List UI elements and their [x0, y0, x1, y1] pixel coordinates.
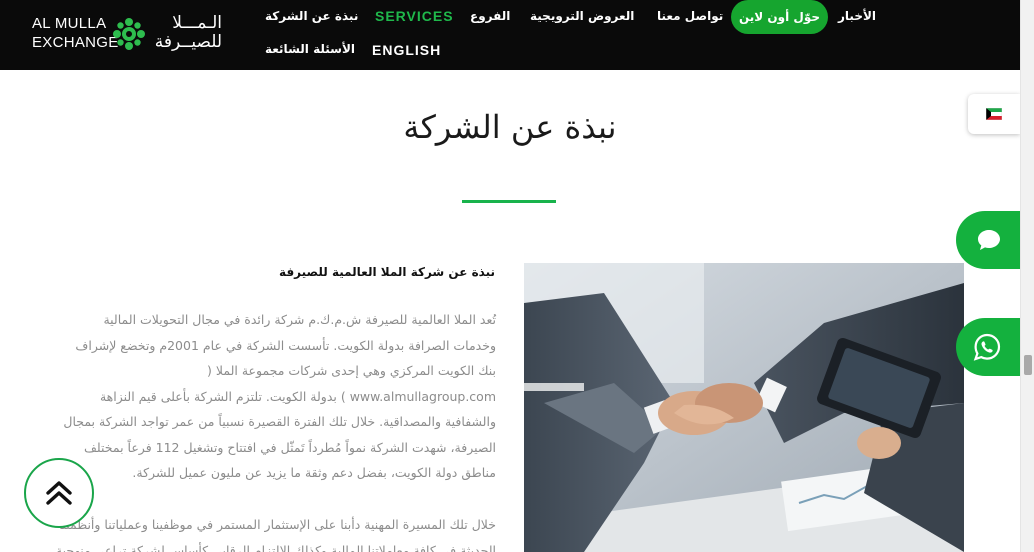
nav-english[interactable]: ENGLISH [372, 42, 441, 58]
logo-ar-line2: للصيــرفة [154, 32, 222, 52]
nav-promotions[interactable]: العروض الترويجية [530, 9, 634, 23]
page-scrollbar[interactable] [1020, 0, 1034, 552]
logo-arabic: الـمـــلا للصيــرفة [148, 14, 222, 52]
handshake-photo [524, 263, 964, 552]
logo-emblem-icon [113, 18, 145, 50]
logo-en-line1: AL MULLA [32, 15, 107, 32]
site-header: AL MULLA EXCHANGE الـمـــلا للصيــرفة ال… [0, 0, 1034, 70]
whatsapp-icon [973, 333, 1001, 361]
nav-about[interactable]: نبذة عن الشركة [265, 9, 358, 23]
scroll-to-top-button[interactable] [24, 458, 94, 528]
logo-en-line2: EXCHANGE [32, 34, 119, 51]
title-divider [462, 200, 556, 203]
nav-news[interactable]: الأخبار [838, 9, 876, 23]
chat-bubble-icon [978, 230, 1000, 250]
about-paragraph: تُعد الملا العالمية للصيرفة ش.م.ك.م شركة… [63, 312, 496, 480]
logo-english: AL MULLA EXCHANGE [32, 14, 119, 52]
section-heading: نبذة عن شركة الملا العالمية للصيرفة [279, 265, 495, 279]
nav-services[interactable]: SERVICES [375, 8, 454, 24]
scrollbar-thumb[interactable] [1024, 355, 1032, 375]
whatsapp-button[interactable] [956, 318, 1020, 376]
logo-ar-line1: الـمـــلا [172, 13, 222, 33]
language-flag-tab[interactable] [968, 94, 1020, 134]
double-chevron-up-icon [46, 481, 72, 505]
paragraph2-line1: خلال تلك المسيرة المهنية دأبنا على الإست… [58, 517, 496, 532]
paragraph2-line2: الحديثة في كافة معاملاتنا المالية وكذلك … [55, 542, 496, 552]
nav-contact[interactable]: تواصل معنا [657, 9, 723, 23]
chat-button[interactable] [956, 211, 1020, 269]
about-paragraph-2: خلال تلك المسيرة المهنية دأبنا على الإست… [30, 512, 496, 552]
brand-logo[interactable]: AL MULLA EXCHANGE الـمـــلا للصيــرفة [32, 14, 222, 56]
nav-branches[interactable]: الفروع [470, 9, 510, 23]
page-title: نبذة عن الشركة [403, 108, 617, 146]
kuwait-flag-icon [986, 108, 1002, 120]
nav-transfer-online-button[interactable]: حوّل أون لاين [731, 0, 828, 34]
nav-faq[interactable]: الأسئلة الشائعة [265, 42, 355, 56]
